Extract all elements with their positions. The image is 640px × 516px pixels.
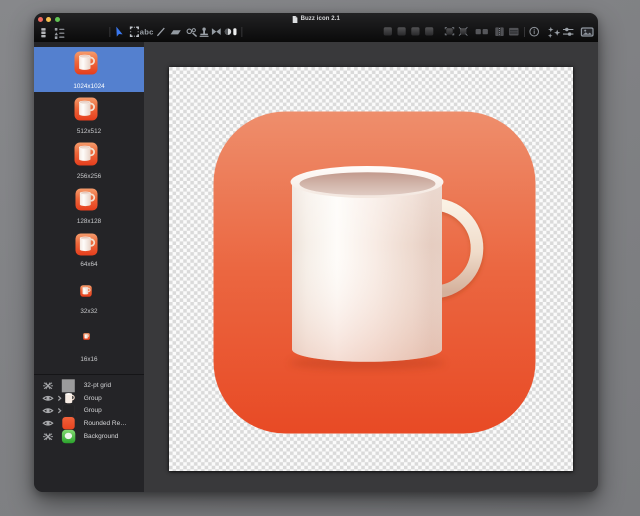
svg-text:abc: abc xyxy=(140,27,154,36)
